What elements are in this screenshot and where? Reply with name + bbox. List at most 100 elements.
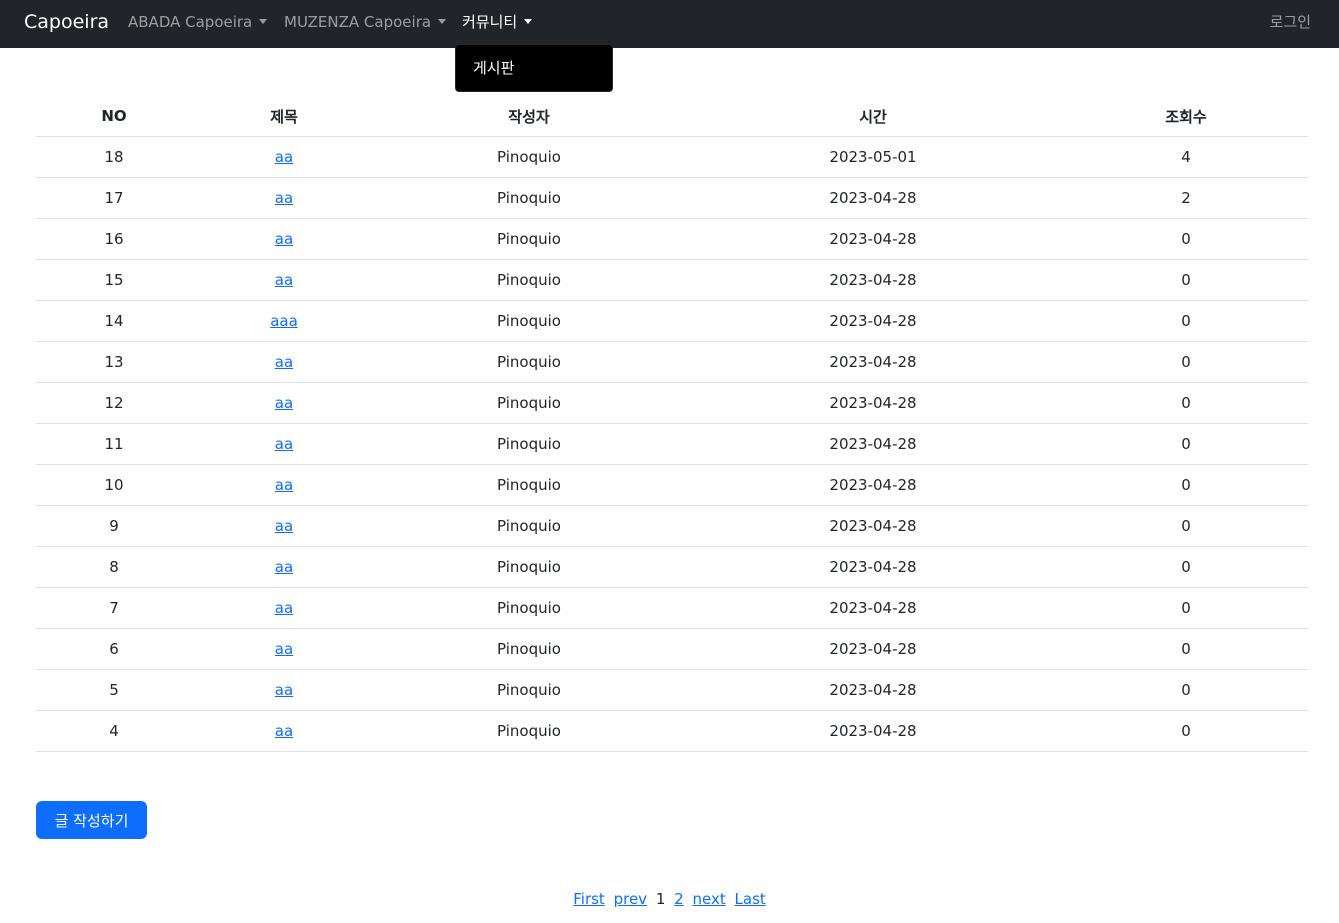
cell-views: 0 — [1064, 628, 1308, 670]
cell-no: 12 — [36, 382, 192, 424]
table-row: 15 aa Pinoquio 2023-04-28 0 — [36, 259, 1308, 301]
cell-no: 13 — [36, 341, 192, 383]
cell-time: 2023-04-28 — [682, 710, 1064, 752]
cell-author: Pinoquio — [376, 628, 682, 670]
post-title-link[interactable]: aa — [275, 558, 293, 576]
cell-no: 11 — [36, 423, 192, 465]
cell-views: 0 — [1064, 300, 1308, 342]
cell-author: Pinoquio — [376, 546, 682, 588]
cell-time: 2023-05-01 — [682, 136, 1064, 178]
post-title-link[interactable]: aa — [275, 148, 293, 166]
table-row: 5 aa Pinoquio 2023-04-28 0 — [36, 669, 1308, 711]
nav-item-community[interactable]: 커뮤니티 — [462, 12, 533, 32]
cell-views: 0 — [1064, 259, 1308, 301]
post-title-link[interactable]: aa — [275, 230, 293, 248]
post-title-link[interactable]: aa — [275, 271, 293, 289]
cell-title: aa — [192, 628, 376, 670]
cell-author: Pinoquio — [376, 423, 682, 465]
cell-title: aa — [192, 546, 376, 588]
board-table: NO 제목 작성자 시간 조회수 18 aa Pinoquio 2023-05-01 4… — [36, 96, 1308, 752]
cell-title: aa — [192, 505, 376, 547]
pagination-next[interactable]: next — [693, 890, 726, 908]
cell-no: 16 — [36, 218, 192, 260]
table-row: 7 aa Pinoquio 2023-04-28 0 — [36, 587, 1308, 629]
cell-time: 2023-04-28 — [682, 546, 1064, 588]
cell-author: Pinoquio — [376, 587, 682, 629]
cell-title: aa — [192, 587, 376, 629]
post-title-link[interactable]: aa — [275, 394, 293, 412]
cell-author: Pinoquio — [376, 218, 682, 260]
cell-time: 2023-04-28 — [682, 341, 1064, 383]
cell-no: 14 — [36, 300, 192, 342]
post-title-link[interactable]: aa — [275, 353, 293, 371]
cell-views: 0 — [1064, 669, 1308, 711]
cell-time: 2023-04-28 — [682, 587, 1064, 629]
cell-no: 17 — [36, 177, 192, 219]
cell-views: 0 — [1064, 546, 1308, 588]
cell-title: aa — [192, 136, 376, 178]
cell-title: aa — [192, 710, 376, 752]
pagination-last[interactable]: Last — [735, 890, 766, 908]
table-row: 11 aa Pinoquio 2023-04-28 0 — [36, 423, 1308, 465]
cell-author: Pinoquio — [376, 464, 682, 506]
write-post-button[interactable]: 글 작성하기 — [36, 801, 147, 839]
top-navbar: Capoeira ABADA Capoeira MUZENZA Capoeira… — [0, 0, 1339, 48]
cell-author: Pinoquio — [376, 382, 682, 424]
cell-title: aa — [192, 382, 376, 424]
post-title-link[interactable]: aa — [275, 517, 293, 535]
post-title-link[interactable]: aa — [275, 599, 293, 617]
cell-time: 2023-04-28 — [682, 177, 1064, 219]
pagination-current-page: 1 — [655, 890, 666, 908]
table-row: 14 aaa Pinoquio 2023-04-28 0 — [36, 300, 1308, 342]
table-row: 10 aa Pinoquio 2023-04-28 0 — [36, 464, 1308, 506]
table-header-row: NO 제목 작성자 시간 조회수 — [36, 96, 1308, 137]
cell-views: 0 — [1064, 382, 1308, 424]
cell-time: 2023-04-28 — [682, 505, 1064, 547]
cell-views: 0 — [1064, 505, 1308, 547]
cell-views: 2 — [1064, 177, 1308, 219]
cell-no: 10 — [36, 464, 192, 506]
cell-author: Pinoquio — [376, 259, 682, 301]
login-link[interactable]: 로그인 — [1270, 12, 1311, 32]
cell-no: 15 — [36, 259, 192, 301]
brand-link[interactable]: Capoeira — [24, 10, 109, 34]
cell-time: 2023-04-28 — [682, 218, 1064, 260]
post-title-link[interactable]: aa — [275, 681, 293, 699]
cell-no: 5 — [36, 669, 192, 711]
nav-item-abada-label: ABADA Capoeira — [128, 13, 253, 31]
cell-title: aa — [192, 218, 376, 260]
table-row: 4 aa Pinoquio 2023-04-28 0 — [36, 710, 1308, 752]
cell-views: 0 — [1064, 587, 1308, 629]
cell-author: Pinoquio — [376, 505, 682, 547]
cell-no: 4 — [36, 710, 192, 752]
pagination-prev[interactable]: prev — [614, 890, 647, 908]
cell-time: 2023-04-28 — [682, 259, 1064, 301]
post-title-link[interactable]: aa — [275, 189, 293, 207]
header-no: NO — [36, 96, 192, 137]
table-row: 16 aa Pinoquio 2023-04-28 0 — [36, 218, 1308, 260]
cell-views: 0 — [1064, 218, 1308, 260]
header-time: 시간 — [682, 96, 1064, 137]
pagination-first[interactable]: First — [573, 890, 605, 908]
dropdown-item-board[interactable]: 게시판 — [473, 58, 514, 78]
cell-time: 2023-04-28 — [682, 423, 1064, 465]
cell-title: aa — [192, 341, 376, 383]
post-title-link[interactable]: aa — [275, 722, 293, 740]
cell-views: 0 — [1064, 710, 1308, 752]
pagination-page-2[interactable]: 2 — [674, 890, 684, 908]
cell-no: 8 — [36, 546, 192, 588]
cell-title: aa — [192, 423, 376, 465]
nav-item-abada[interactable]: ABADA Capoeira — [128, 12, 268, 32]
caret-down-icon — [524, 19, 533, 24]
nav-item-muzenza[interactable]: MUZENZA Capoeira — [284, 12, 447, 32]
cell-author: Pinoquio — [376, 669, 682, 711]
post-title-link[interactable]: aa — [275, 640, 293, 658]
cell-author: Pinoquio — [376, 710, 682, 752]
cell-views: 0 — [1064, 464, 1308, 506]
post-title-link[interactable]: aa — [275, 435, 293, 453]
table-row: 9 aa Pinoquio 2023-04-28 0 — [36, 505, 1308, 547]
table-row: 18 aa Pinoquio 2023-05-01 4 — [36, 136, 1308, 178]
cell-time: 2023-04-28 — [682, 669, 1064, 711]
post-title-link[interactable]: aaa — [270, 312, 298, 330]
post-title-link[interactable]: aa — [275, 476, 293, 494]
